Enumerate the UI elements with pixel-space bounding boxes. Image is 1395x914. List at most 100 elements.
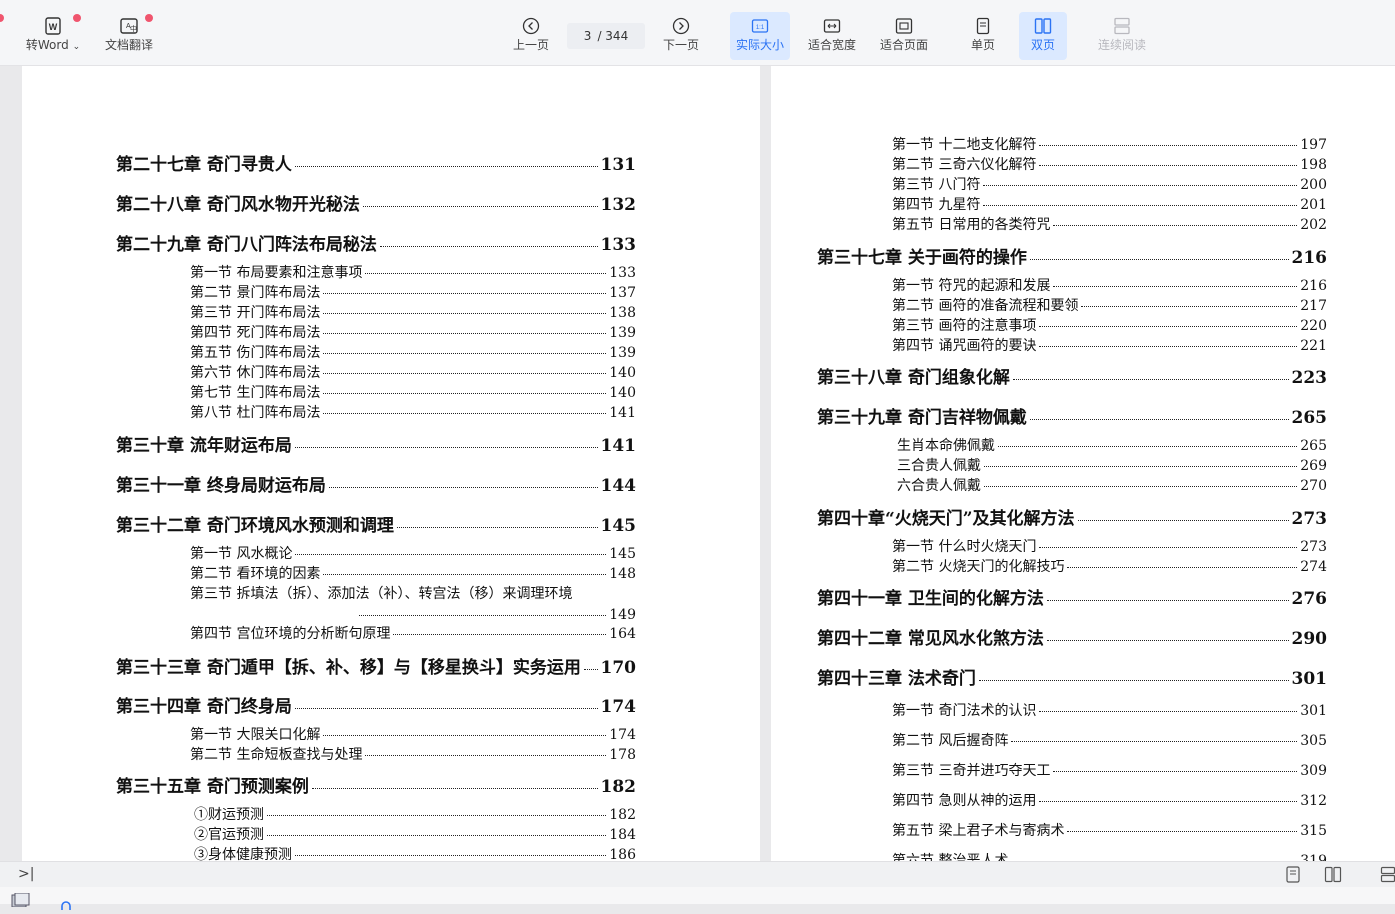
toc-chapter-entry[interactable]: 第三十五章 奇门预测案例 182 bbox=[116, 772, 636, 797]
toc-entry-title: 第三十一章 终身局财运布局 bbox=[116, 476, 326, 496]
toc-section-entry[interactable]: 第四节 死门阵布局法 139 bbox=[190, 322, 636, 342]
toc-section-entry[interactable]: 第一节 大限关口化解 174 bbox=[190, 724, 636, 744]
toc-leader-dots bbox=[323, 413, 607, 414]
toc-section-entry[interactable]: 第三节 八门符 200 bbox=[892, 174, 1327, 194]
next-page-label: 下一页 bbox=[662, 38, 699, 52]
toc-page-number: 174 bbox=[600, 697, 637, 717]
toc-section-entry[interactable]: 第三节 拆填法（拆）、添加法（补）、转宫法（移）来调理环境 149 bbox=[190, 583, 636, 623]
toc-page-number: 217 bbox=[1300, 298, 1327, 314]
toc-section-entry[interactable]: 第五节 日常用的各类符咒 202 bbox=[892, 214, 1327, 234]
single-page-view-icon[interactable] bbox=[1285, 866, 1301, 887]
toc-section-entry[interactable]: 第二节 三奇六仪化解符 198 bbox=[892, 154, 1327, 174]
toc-chapter-entry[interactable]: 第二十七章 奇门寻贵人 131 bbox=[116, 150, 636, 175]
toc-page-number: 290 bbox=[1291, 629, 1328, 649]
toc-entry-title: 第三十八章 奇门组象化解 bbox=[817, 368, 1010, 388]
fit-page-label: 适合页面 bbox=[879, 38, 928, 52]
toc-leader-dots bbox=[1039, 547, 1298, 548]
toc-section-entry[interactable]: 第二节 生命短板查找与处理 178 bbox=[190, 744, 636, 764]
toc-section-entry[interactable]: 第三节 开门阵布局法 138 bbox=[190, 302, 636, 322]
toc-section-entry[interactable]: 第二节 火烧天门的化解技巧 274 bbox=[892, 556, 1327, 576]
translate-icon: A中 bbox=[119, 16, 139, 36]
toc-entry-title: 第二节 生命短板查找与处理 bbox=[190, 747, 363, 763]
toc-entry-title: 第四十章“火烧天门”及其化解方法 bbox=[817, 509, 1075, 529]
next-page-button[interactable]: 下一页 bbox=[658, 12, 704, 60]
fit-width-button[interactable]: 适合宽度 bbox=[804, 12, 860, 60]
toc-section-entry[interactable]: ②官运预测 184 bbox=[194, 824, 636, 844]
continuous-view-icon[interactable] bbox=[1380, 866, 1395, 887]
toc-chapter-entry[interactable]: 第二十八章 奇门风水物开光秘法 132 bbox=[116, 190, 636, 215]
toc-section-entry[interactable]: 第七节 生门阵布局法 140 bbox=[190, 382, 636, 402]
toc-section-entry[interactable]: ③身体健康预测 186 bbox=[194, 844, 636, 861]
single-page-button[interactable]: 单页 bbox=[962, 12, 1004, 60]
page-number-field[interactable]: 3 / 344 bbox=[567, 23, 645, 49]
toc-section-entry[interactable]: 三合贵人佩戴 269 bbox=[897, 455, 1327, 475]
toc-chapter-entry[interactable]: 第三十九章 奇门吉祥物佩戴 265 bbox=[817, 403, 1327, 428]
toc-chapter-entry[interactable]: 第四十一章 卫生间的化解方法 276 bbox=[817, 584, 1327, 609]
prev-page-label: 上一页 bbox=[512, 38, 549, 52]
toc-section-entry[interactable]: 生肖本命佛佩戴 265 bbox=[897, 435, 1327, 455]
toc-section-entry[interactable]: 第五节 梁上君子术与寄病术 315 bbox=[892, 820, 1327, 840]
toc-chapter-entry[interactable]: 第四十三章 法术奇门 301 bbox=[817, 664, 1327, 689]
toc-section-entry[interactable]: 第一节 布局要素和注意事项 133 bbox=[190, 262, 636, 282]
double-page-view-icon[interactable] bbox=[1324, 866, 1342, 887]
toc-section-entry[interactable]: ①财运预测 182 bbox=[194, 804, 636, 824]
left-page: 第二十七章 奇门寻贵人 131 第二十八章 奇门风水物开光秘法 132 第二十九章 奇门… bbox=[22, 66, 760, 861]
toc-section-entry[interactable]: 第三节 三奇并进巧夺天工 309 bbox=[892, 760, 1327, 780]
toc-section-entry[interactable]: 第一节 奇门法术的认识 301 bbox=[892, 700, 1327, 720]
toc-entry-title: 第二节 景门阵布局法 bbox=[190, 285, 321, 301]
expand-sidebar-icon[interactable]: >| bbox=[18, 866, 34, 882]
toc-entry-title: 第四节 九星符 bbox=[892, 197, 981, 213]
toc-section-entry[interactable]: 第四节 宫位环境的分析断句原理 164 bbox=[190, 623, 636, 643]
current-page-input[interactable]: 3 bbox=[584, 29, 592, 43]
toc-entry-title: 第二节 看环境的因素 bbox=[190, 566, 321, 582]
toc-section-entry[interactable]: 第二节 风后握奇阵 305 bbox=[892, 730, 1327, 750]
toc-section-entry[interactable]: 第三节 画符的注意事项 220 bbox=[892, 315, 1327, 335]
toc-section-entry[interactable]: 六合贵人佩戴 270 bbox=[897, 475, 1327, 495]
document-viewport[interactable]: 第二十七章 奇门寻贵人 131 第二十八章 奇门风水物开光秘法 132 第二十九章 奇门… bbox=[0, 66, 1395, 861]
actual-size-button[interactable]: 1:1 实际大小 bbox=[730, 12, 790, 60]
toc-entry-title: 第三节 开门阵布局法 bbox=[190, 305, 321, 321]
toc-chapter-entry[interactable]: 第三十章 流年财运布局 141 bbox=[116, 431, 636, 456]
prev-page-button[interactable]: 上一页 bbox=[508, 12, 554, 60]
toc-section-entry[interactable]: 第六节 休门阵布局法 140 bbox=[190, 362, 636, 382]
toc-leader-dots bbox=[323, 574, 607, 575]
toc-section-entry[interactable]: 第八节 杜门阵布局法 141 bbox=[190, 402, 636, 422]
toc-chapter-entry[interactable]: 第三十四章 奇门终身局 174 bbox=[116, 692, 636, 717]
lock-icon[interactable] bbox=[58, 895, 74, 914]
continuous-read-button[interactable]: 连续阅读 bbox=[1092, 12, 1152, 60]
toc-section-entry[interactable]: 第二节 看环境的因素 148 bbox=[190, 563, 636, 583]
toc-section-entry[interactable]: 第六节 整治恶人术 319 bbox=[892, 850, 1327, 861]
toc-chapter-entry[interactable]: 第四十章“火烧天门”及其化解方法 273 bbox=[817, 504, 1327, 529]
toc-chapter-entry[interactable]: 第三十一章 终身局财运布局 144 bbox=[116, 471, 636, 496]
toc-section-entry[interactable]: 第四节 急则从神的运用 312 bbox=[892, 790, 1327, 810]
toc-leader-dots bbox=[267, 835, 607, 836]
toc-page-number: 178 bbox=[609, 747, 636, 763]
toc-section-entry[interactable]: 第四节 九星符 201 bbox=[892, 194, 1327, 214]
fit-page-button[interactable]: 适合页面 bbox=[876, 12, 932, 60]
svg-text:1:1: 1:1 bbox=[756, 25, 765, 31]
toc-section-entry[interactable]: 第一节 符咒的起源和发展 216 bbox=[892, 275, 1327, 295]
status-bar: >| bbox=[0, 861, 1395, 887]
toc-chapter-entry[interactable]: 第三十三章 奇门遁甲【拆、补、移】与【移星换斗】实务运用 170 bbox=[116, 653, 636, 678]
toc-chapter-entry[interactable]: 第三十七章 关于画符的操作 216 bbox=[817, 243, 1327, 268]
toc-section-entry[interactable]: 第一节 风水概论 145 bbox=[190, 543, 636, 563]
toc-section-entry[interactable]: 第五节 伤门阵布局法 139 bbox=[190, 342, 636, 362]
toc-entry-title: 第四节 死门阵布局法 bbox=[190, 325, 321, 341]
toc-page-number: 170 bbox=[600, 658, 637, 678]
toc-section-entry[interactable]: 第二节 景门阵布局法 137 bbox=[190, 282, 636, 302]
toc-chapter-entry[interactable]: 第四十二章 常见风水化煞方法 290 bbox=[817, 624, 1327, 649]
toc-chapter-entry[interactable]: 第二十九章 奇门八门阵法布局秘法 133 bbox=[116, 230, 636, 255]
double-page-button[interactable]: 双页 bbox=[1019, 12, 1067, 60]
toc-leader-dots bbox=[267, 815, 607, 816]
toc-section-entry[interactable]: 第一节 什么时火烧天门 273 bbox=[892, 536, 1327, 556]
toc-entry-title: 第四十三章 法术奇门 bbox=[817, 669, 976, 689]
toc-leader-dots bbox=[1053, 771, 1298, 772]
toc-entry-title: 三合贵人佩戴 bbox=[897, 458, 981, 474]
toc-section-entry[interactable]: 第二节 画符的准备流程和要领 217 bbox=[892, 295, 1327, 315]
document-icon[interactable] bbox=[10, 892, 30, 911]
toc-section-entry[interactable]: 第四节 诵咒画符的要诀 221 bbox=[892, 335, 1327, 355]
toc-section-entry[interactable]: 第一节 十二地支化解符 197 bbox=[892, 134, 1327, 154]
toc-chapter-entry[interactable]: 第三十二章 奇门环境风水预测和调理 145 bbox=[116, 511, 636, 536]
toc-entry-title: 第一节 十二地支化解符 bbox=[892, 137, 1037, 153]
toc-chapter-entry[interactable]: 第三十八章 奇门组象化解 223 bbox=[817, 363, 1327, 388]
